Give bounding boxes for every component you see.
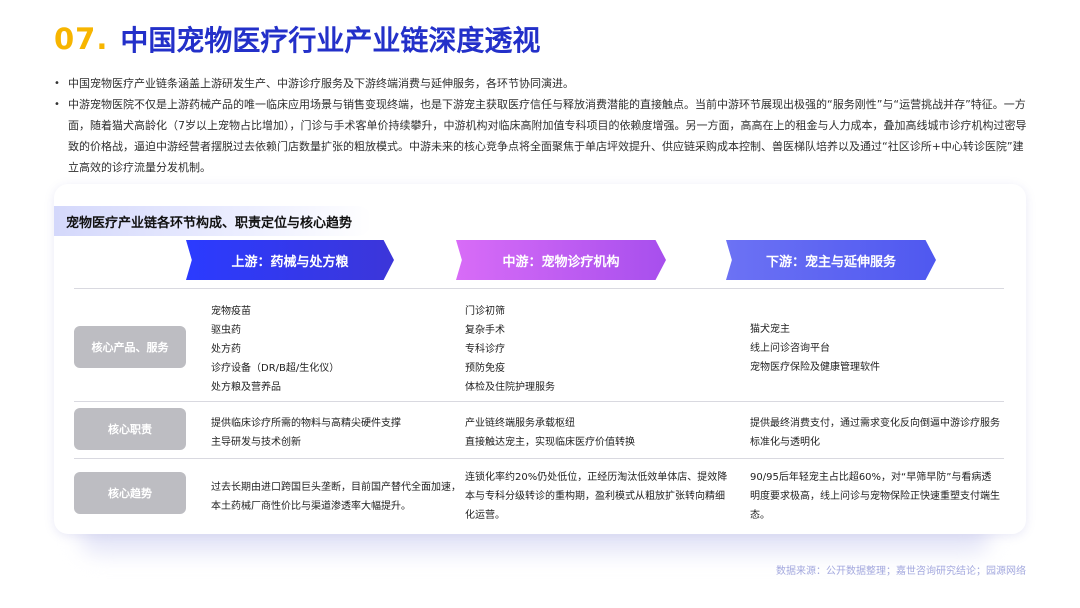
cell-line: 预防免疫 bbox=[465, 363, 505, 374]
bullet-item: • 中游宠物医院不仅是上游药械产品的唯一临床应用场景与销售变现终端，也是下游宠主… bbox=[54, 94, 1034, 178]
column-header-midstream: 中游：宠物诊疗机构 bbox=[456, 240, 666, 280]
cell-line: 化运营。 bbox=[465, 510, 505, 521]
bullet-dot-icon: • bbox=[54, 99, 60, 110]
cell-line: 态。 bbox=[750, 510, 770, 521]
intro-bullets: • 中国宠物医疗产业链条涵盖上游研发生产、中游诊疗服务及下游终端消费与延伸服务，… bbox=[54, 73, 1034, 178]
cell-midstream-trends: 连锁化率约20%仍处低位，正经历淘汰低效单体店、提效降 本与专科分级转诊的重构期… bbox=[465, 468, 727, 525]
cell-downstream-trends: 90/95后年轻宠主占比超60%，对“早筛早防”与看病透 明度要求极高，线上问诊… bbox=[750, 468, 1000, 525]
cell-line: 线上问诊咨询平台 bbox=[750, 343, 830, 354]
cell-line: 提供最终消费支付，通过需求变化反向倒逼中游诊疗服务 bbox=[750, 418, 1000, 429]
bullet-text: 中国宠物医疗产业链条涵盖上游研发生产、中游诊疗服务及下游终端消费与延伸服务，各环… bbox=[68, 77, 574, 90]
cell-line: 体检及住院护理服务 bbox=[465, 382, 555, 393]
cell-line: 提供临床诊疗所需的物料与高精尖硬件支撑 bbox=[211, 418, 401, 429]
column-header-upstream: 上游：药械与处方粮 bbox=[186, 240, 394, 280]
cell-line: 本与专科分级转诊的重构期，盈利模式从粗放扩张转向精细 bbox=[465, 491, 725, 502]
cell-line: 直接触达宠主，实现临床医疗价值转换 bbox=[465, 437, 635, 448]
row-label-duties: 核心职责 bbox=[74, 408, 186, 450]
divider bbox=[74, 401, 1004, 402]
cell-line: 产业链终端服务承载枢纽 bbox=[465, 418, 575, 429]
cell-upstream-products: 宠物疫苗 驱虫药 处方药 诊疗设备（DR/B超/生化仪） 处方粮及营养品 bbox=[211, 302, 339, 397]
cell-line: 连锁化率约20%仍处低位，正经历淘汰低效单体店、提效降 bbox=[465, 472, 728, 483]
row-label-products: 核心产品、服务 bbox=[74, 326, 186, 368]
cell-downstream-duties: 提供最终消费支付，通过需求变化反向倒逼中游诊疗服务 标准化与透明化 bbox=[750, 414, 1000, 452]
cell-downstream-products: 猫犬宠主 线上问诊咨询平台 宠物医疗保险及健康管理软件 bbox=[750, 320, 880, 377]
cell-line: 驱虫药 bbox=[211, 325, 241, 336]
divider bbox=[74, 458, 1004, 459]
cell-upstream-trends: 过去长期由进口跨国巨头垄断，目前国产替代全面加速， 本土药械厂商性价比与渠道渗透… bbox=[211, 478, 461, 516]
page-title: 07. 中国宠物医疗行业产业链深度透视 bbox=[54, 18, 540, 60]
section-number: 07. bbox=[54, 22, 109, 56]
cell-line: 处方药 bbox=[211, 344, 241, 355]
cell-line: 猫犬宠主 bbox=[750, 324, 790, 335]
cell-midstream-duties: 产业链终端服务承载枢纽 直接触达宠主，实现临床医疗价值转换 bbox=[465, 414, 635, 452]
bullet-text: 中游宠物医院不仅是上游药械产品的唯一临床应用场景与销售变现终端，也是下游宠主获取… bbox=[68, 98, 1027, 174]
cell-upstream-duties: 提供临床诊疗所需的物料与高精尖硬件支撑 主导研发与技术创新 bbox=[211, 414, 401, 452]
cell-line: 明度要求极高，线上问诊与宠物保险正快速重塑支付端生 bbox=[750, 491, 1000, 502]
cell-line: 门诊初筛 bbox=[465, 306, 505, 317]
cell-line: 诊疗设备（DR/B超/生化仪） bbox=[211, 363, 340, 374]
bullet-dot-icon: • bbox=[54, 78, 60, 89]
cell-line: 复杂手术 bbox=[465, 325, 505, 336]
cell-line: 标准化与透明化 bbox=[750, 437, 820, 448]
cell-line: 主导研发与技术创新 bbox=[211, 437, 301, 448]
cell-line: 宠物疫苗 bbox=[211, 306, 251, 317]
bullet-item: • 中国宠物医疗产业链条涵盖上游研发生产、中游诊疗服务及下游终端消费与延伸服务，… bbox=[54, 73, 1034, 94]
cell-line: 宠物医疗保险及健康管理软件 bbox=[750, 362, 880, 373]
cell-line: 本土药械厂商性价比与渠道渗透率大幅提升。 bbox=[211, 501, 411, 512]
column-header-downstream: 下游：宠主与延伸服务 bbox=[726, 240, 936, 280]
panel-tag: 宠物医疗产业链各环节构成、职责定位与核心趋势 bbox=[54, 206, 372, 236]
cell-line: 处方粮及营养品 bbox=[211, 382, 281, 393]
row-label-trends: 核心趋势 bbox=[74, 472, 186, 514]
cell-line: 专科诊疗 bbox=[465, 344, 505, 355]
cell-line: 90/95后年轻宠主占比超60%，对“早筛早防”与看病透 bbox=[750, 472, 992, 483]
divider bbox=[74, 288, 1004, 289]
cell-line: 过去长期由进口跨国巨头垄断，目前国产替代全面加速， bbox=[211, 482, 461, 493]
section-title: 中国宠物医疗行业产业链深度透视 bbox=[120, 24, 541, 57]
data-source: 数据来源：公开数据整理；嘉世咨询研究结论；园源网络 bbox=[776, 566, 1026, 577]
cell-midstream-products: 门诊初筛 复杂手术 专科诊疗 预防免疫 体检及住院护理服务 bbox=[465, 302, 555, 397]
